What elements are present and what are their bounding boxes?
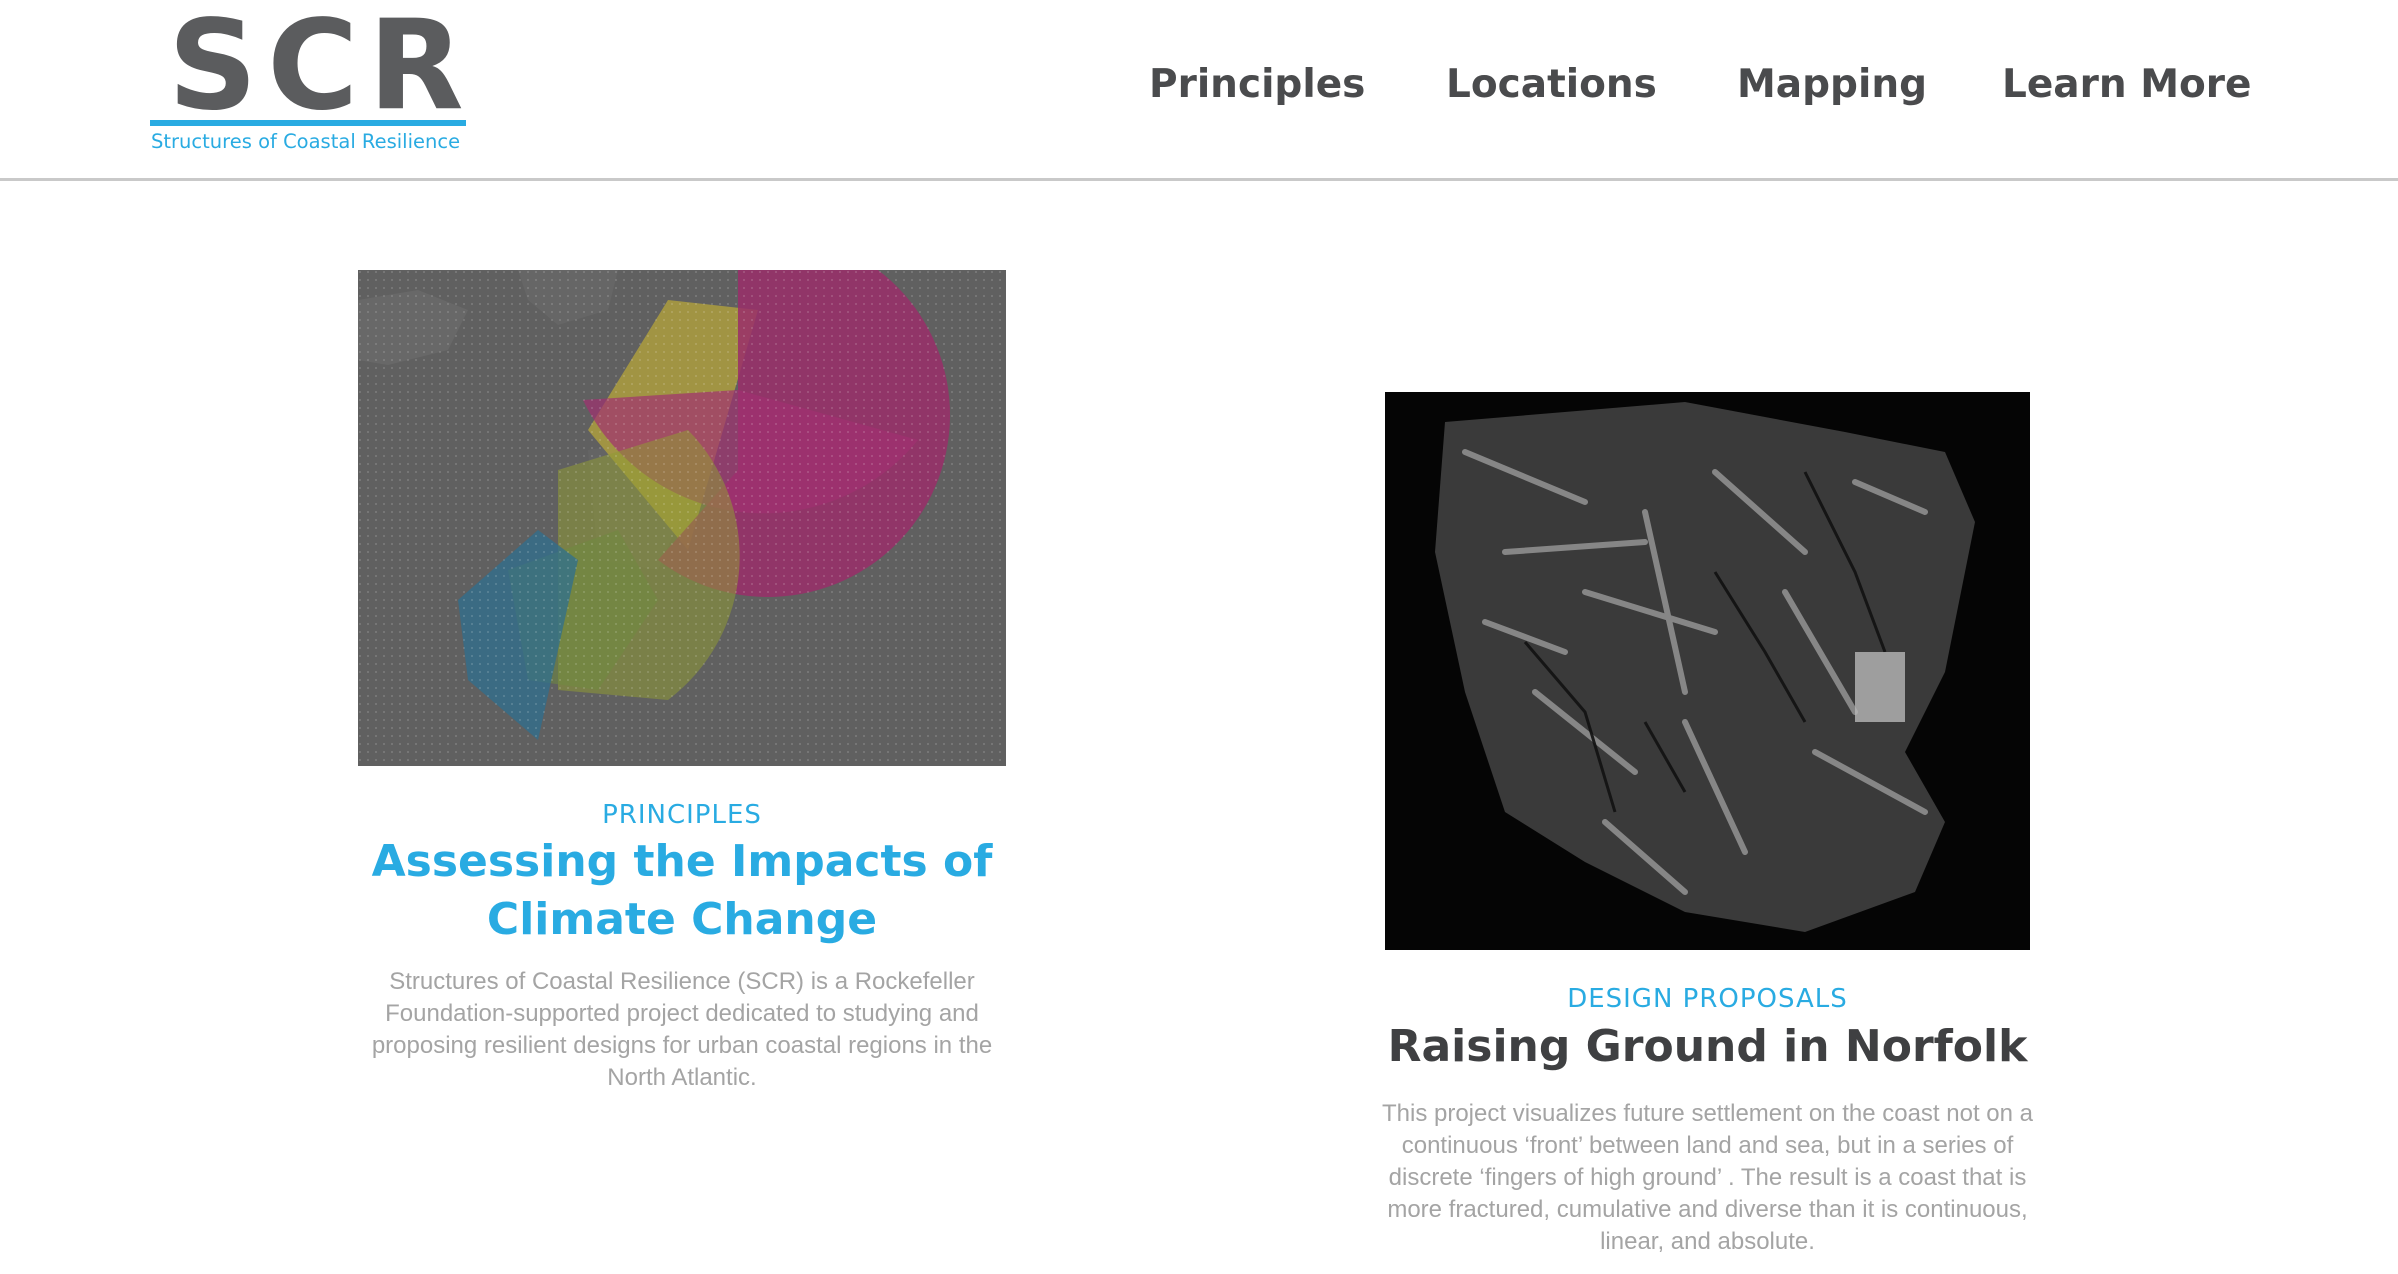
card-description: This project visualizes future settlemen…: [1381, 1100, 2033, 1255]
scr-logo[interactable]: SCR Structures of Coastal Resilience: [148, 4, 468, 158]
card-title-line2: Climate Change: [486, 894, 878, 945]
card-title[interactable]: Assessing the Impacts of Climate Change: [358, 833, 1006, 949]
logo-letters: SCR: [168, 0, 474, 138]
norfolk-map-graphic: [1385, 392, 2030, 950]
card-title-line1: Assessing the Impacts of: [371, 836, 993, 887]
nav-mapping[interactable]: Mapping: [1737, 62, 1927, 107]
logo-underline: [150, 120, 466, 126]
nav-principles[interactable]: Principles: [1149, 62, 1365, 107]
card-description: Structures of Coastal Resilience (SCR) i…: [371, 968, 993, 1091]
card-category: DESIGN PROPOSALS: [1567, 984, 1848, 1014]
nav-locations[interactable]: Locations: [1446, 62, 1657, 107]
card-title[interactable]: Raising Ground in Norfolk: [1385, 1018, 2030, 1076]
logo-subtitle: Structures of Coastal Resilience: [151, 130, 461, 153]
site-header: SCR Structures of Coastal Resilience Pri…: [0, 0, 2398, 181]
nav-learn-more[interactable]: Learn More: [2002, 62, 2251, 107]
climate-map-image[interactable]: [358, 270, 1006, 766]
card-category: PRINCIPLES: [602, 800, 762, 830]
norfolk-map-image[interactable]: [1385, 392, 2030, 950]
climate-map-graphic: [358, 270, 1006, 766]
